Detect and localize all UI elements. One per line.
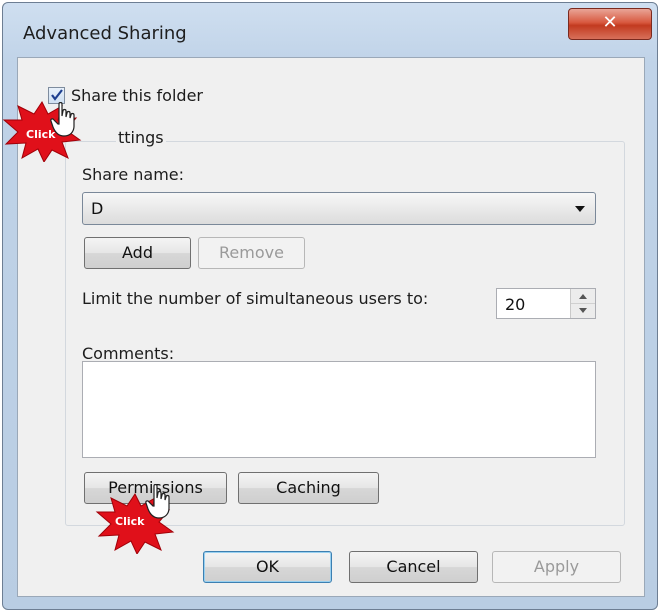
apply-button[interactable]: Apply xyxy=(492,551,621,583)
remove-button[interactable]: Remove xyxy=(198,237,305,269)
window-title: Advanced Sharing xyxy=(23,23,187,44)
limit-users-label: Limit the number of simultaneous users t… xyxy=(82,289,429,308)
share-name-label: Share name: xyxy=(82,165,185,184)
settings-group-title: ttings xyxy=(116,128,166,147)
share-name-value: D xyxy=(91,199,104,218)
click-label-2: Click xyxy=(115,515,145,528)
close-button[interactable]: ✕ xyxy=(568,8,652,40)
comments-textarea[interactable] xyxy=(82,361,596,458)
spin-down-icon[interactable] xyxy=(571,304,595,318)
share-name-select[interactable]: D xyxy=(82,192,596,225)
limit-users-value: 20 xyxy=(505,295,526,314)
add-button[interactable]: Add xyxy=(84,237,191,269)
hand-cursor-icon xyxy=(145,484,170,519)
spin-buttons xyxy=(570,289,595,318)
share-folder-label: Share this folder xyxy=(71,86,203,105)
limit-users-spinbox[interactable]: 20 xyxy=(496,288,596,319)
close-icon: ✕ xyxy=(602,12,618,33)
title-bar: Advanced Sharing ✕ xyxy=(3,3,657,57)
ok-button[interactable]: OK xyxy=(203,551,332,583)
cancel-button[interactable]: Cancel xyxy=(349,551,478,583)
spin-up-icon[interactable] xyxy=(571,289,595,304)
dropdown-arrow-icon xyxy=(575,206,585,212)
hand-cursor-icon xyxy=(50,102,75,137)
caching-button[interactable]: Caching xyxy=(238,472,379,504)
